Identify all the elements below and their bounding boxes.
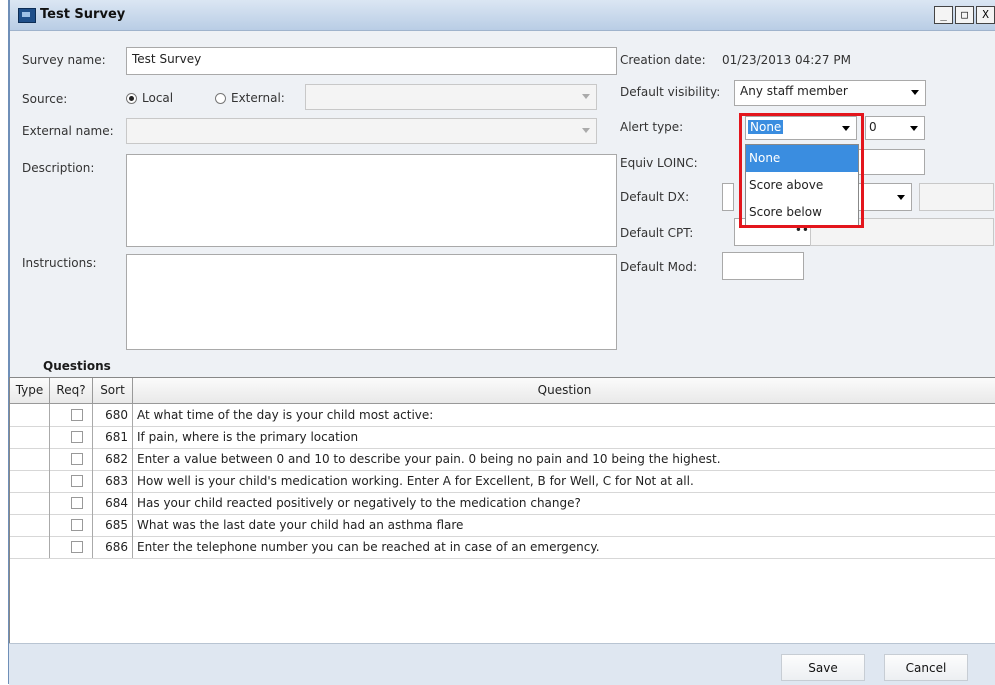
sort-cell: 682 (93, 448, 133, 470)
creation-date-value: 01/23/2013 04:27 PM (722, 53, 851, 67)
type-cell (10, 404, 50, 426)
type-cell (10, 426, 50, 448)
source-external-label: External: (231, 91, 285, 105)
default-visibility-label: Default visibility: (620, 85, 721, 99)
default-cpt-label: Default CPT: (620, 226, 694, 240)
sort-cell: 686 (93, 536, 133, 558)
default-dx-label: Default DX: (620, 190, 690, 204)
cancel-button[interactable]: Cancel (884, 654, 968, 681)
default-dx-description (919, 183, 994, 211)
table-row[interactable]: 681 If pain, where is the primary locatio… (10, 426, 995, 449)
sort-cell: 680 (93, 404, 133, 426)
source-local-radio[interactable] (126, 93, 137, 104)
req-cell (50, 426, 93, 448)
alert-type-label: Alert type: (620, 120, 684, 134)
app-icon (18, 8, 36, 23)
source-external-radio[interactable] (215, 93, 226, 104)
required-checkbox[interactable] (71, 541, 83, 553)
questions-section-label: Questions (43, 359, 111, 373)
source-label: Source: (22, 92, 68, 106)
required-checkbox[interactable] (71, 431, 83, 443)
external-name-label: External name: (22, 124, 114, 138)
sort-cell: 681 (93, 426, 133, 448)
sort-cell: 683 (93, 470, 133, 492)
window-controls: _ □ X (934, 6, 995, 24)
table-row[interactable]: 684 Has your child reacted positively or … (10, 492, 995, 515)
source-local-label: Local (142, 91, 174, 105)
external-name-select[interactable] (126, 118, 597, 144)
default-mod-input[interactable] (722, 252, 804, 280)
question-cell: Has your child reacted positively or neg… (137, 496, 581, 510)
req-cell (50, 492, 93, 514)
chevron-down-icon (582, 128, 590, 133)
sort-cell: 685 (93, 514, 133, 536)
req-cell (50, 514, 93, 536)
question-cell: At what time of the day is your child mo… (137, 408, 434, 422)
alert-number-select[interactable]: 0 (865, 116, 925, 140)
maximize-button[interactable]: □ (955, 6, 974, 24)
equiv-loinc-input[interactable] (855, 149, 925, 175)
required-checkbox[interactable] (71, 409, 83, 421)
table-row[interactable]: 685 What was the last date your child had… (10, 514, 995, 537)
save-button[interactable]: Save (781, 654, 865, 681)
chevron-down-icon (582, 94, 590, 99)
title-bar[interactable]: Test Survey _ □ X (10, 0, 995, 31)
required-checkbox[interactable] (71, 497, 83, 509)
survey-name-label: Survey name: (22, 53, 106, 67)
description-label: Description: (22, 161, 95, 175)
chevron-down-icon (910, 126, 918, 131)
minimize-button[interactable]: _ (934, 6, 953, 24)
external-source-select[interactable] (305, 84, 597, 110)
type-cell (10, 492, 50, 514)
default-visibility-value: Any staff member (740, 84, 848, 98)
alert-number-value: 0 (869, 120, 877, 134)
default-dx-code-input[interactable] (722, 183, 734, 211)
question-cell: What was the last date your child had an… (137, 518, 464, 532)
type-cell (10, 448, 50, 470)
close-button[interactable]: X (976, 6, 995, 24)
instructions-textarea[interactable] (126, 254, 617, 350)
chevron-down-icon (897, 195, 905, 200)
column-header-type[interactable]: Type (10, 378, 50, 403)
table-row[interactable]: 680 At what time of the day is your child… (10, 404, 995, 427)
description-textarea[interactable] (126, 154, 617, 247)
column-header-question[interactable]: Question (133, 378, 995, 403)
grid-header: Type Req? Sort Question (10, 378, 995, 404)
table-row[interactable]: 683 How well is your child's medication w… (10, 470, 995, 493)
default-visibility-select[interactable]: Any staff member (734, 80, 926, 106)
red-highlight-box (739, 113, 864, 228)
type-cell (10, 536, 50, 558)
window-title: Test Survey (40, 7, 126, 22)
creation-date-label: Creation date: (620, 53, 706, 67)
required-checkbox[interactable] (71, 453, 83, 465)
required-checkbox[interactable] (71, 475, 83, 487)
questions-grid: Type Req? Sort Question 680 At what time … (9, 377, 995, 644)
equiv-loinc-label: Equiv LOINC: (620, 156, 698, 170)
survey-name-input[interactable]: Test Survey (126, 47, 617, 75)
req-cell (50, 470, 93, 492)
chevron-down-icon (911, 90, 919, 95)
type-cell (10, 514, 50, 536)
instructions-label: Instructions: (22, 256, 97, 270)
table-row[interactable]: 686 Enter the telephone number you can be… (10, 536, 995, 559)
question-cell: Enter a value between 0 and 10 to descri… (137, 452, 721, 466)
required-checkbox[interactable] (71, 519, 83, 531)
req-cell (50, 404, 93, 426)
question-cell: If pain, where is the primary location (137, 430, 359, 444)
footer-bar: Save Cancel (9, 643, 995, 685)
question-cell: Enter the telephone number you can be re… (137, 540, 600, 554)
sort-cell: 684 (93, 492, 133, 514)
default-mod-label: Default Mod: (620, 260, 698, 274)
req-cell (50, 448, 93, 470)
column-header-sort[interactable]: Sort (93, 378, 133, 403)
type-cell (10, 470, 50, 492)
req-cell (50, 536, 93, 558)
question-cell: How well is your child's medication work… (137, 474, 694, 488)
column-header-req[interactable]: Req? (50, 378, 93, 403)
table-row[interactable]: 682 Enter a value between 0 and 10 to des… (10, 448, 995, 471)
